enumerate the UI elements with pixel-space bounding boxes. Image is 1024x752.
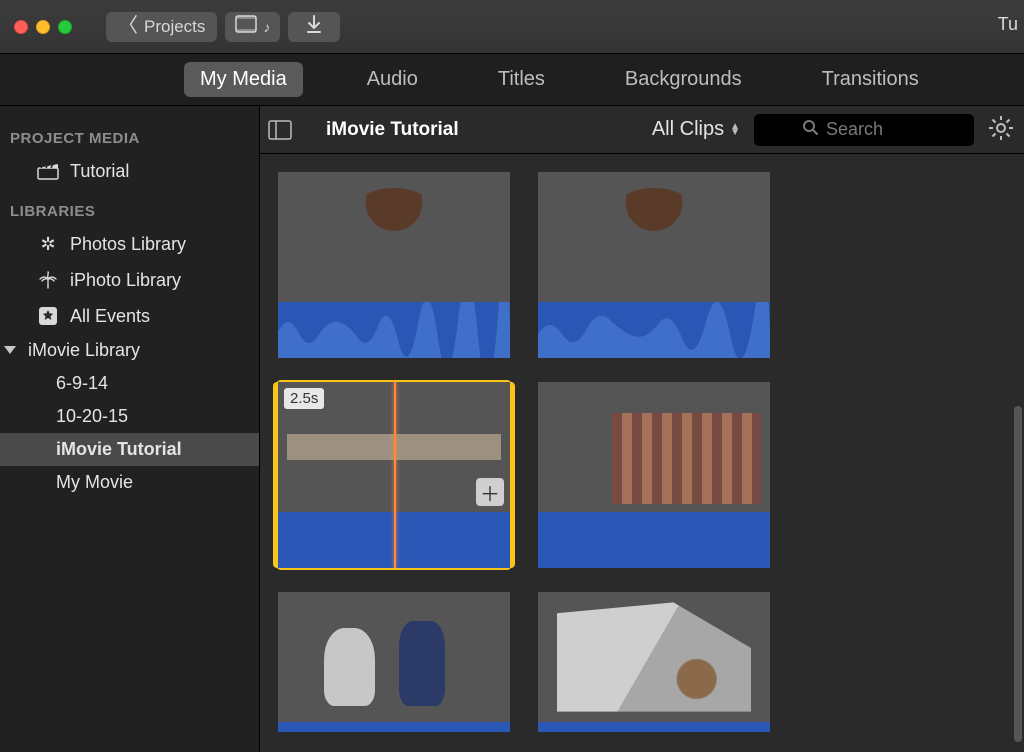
clip-audio-waveform — [538, 512, 770, 568]
clip-audio-waveform — [538, 302, 770, 358]
disclosure-triangle-icon[interactable] — [4, 346, 16, 354]
tab-titles[interactable]: Titles — [482, 62, 561, 97]
sidebar-item-label: 6-9-14 — [56, 373, 108, 394]
sidebar-event-2[interactable]: 10-20-15 — [0, 400, 259, 433]
updown-chevron-icon: ▲▼ — [730, 124, 740, 136]
clip-playhead[interactable] — [394, 382, 396, 568]
media-type-tabbar: My Media Audio Titles Backgrounds Transi… — [0, 54, 1024, 106]
sidebar-item-label: 10-20-15 — [56, 406, 128, 427]
browser-header: iMovie Tutorial All Clips ▲▼ Search — [260, 106, 1024, 154]
clip-thumbnail[interactable] — [278, 172, 510, 358]
sidebar-item-label: All Events — [70, 306, 150, 327]
clip-thumbnail[interactable] — [538, 172, 770, 358]
music-note-icon: ♪ — [263, 19, 270, 35]
search-placeholder: Search — [826, 119, 883, 140]
clip-video-thumb — [538, 382, 770, 512]
clip-thumbnail[interactable] — [538, 592, 770, 732]
clip-thumbnail-selected[interactable]: 2.5s ＋ — [278, 382, 510, 568]
sidebar-item-all-events[interactable]: All Events — [0, 298, 259, 334]
settings-gear-icon[interactable] — [988, 115, 1014, 145]
sidebar-item-label: Tutorial — [70, 161, 129, 182]
library-sidebar: PROJECT MEDIA Tutorial LIBRARIES ✲ Photo… — [0, 106, 260, 752]
sidebar-item-label: Photos Library — [70, 234, 186, 255]
sidebar-item-iphoto-library[interactable]: iPhoto Library — [0, 262, 259, 298]
clip-thumbnail[interactable] — [278, 592, 510, 732]
window-close-button[interactable] — [14, 20, 28, 34]
sidebar-item-tutorial[interactable]: Tutorial — [0, 153, 259, 189]
clip-thumbnail[interactable] — [538, 382, 770, 568]
sidebar-item-label: iMovie Library — [28, 340, 140, 361]
tab-audio[interactable]: Audio — [351, 62, 434, 97]
tab-transitions[interactable]: Transitions — [806, 62, 935, 97]
clip-audio-waveform — [278, 722, 510, 732]
browser-title: iMovie Tutorial — [326, 119, 459, 141]
window-minimize-button[interactable] — [36, 20, 50, 34]
sidebar-item-label: iPhoto Library — [70, 270, 181, 291]
sidebar-toggle-icon[interactable] — [268, 118, 292, 142]
clip-grid: 2.5s ＋ — [260, 154, 1024, 752]
sidebar-item-label: iMovie Tutorial — [56, 439, 182, 460]
tab-backgrounds[interactable]: Backgrounds — [609, 62, 758, 97]
titlebar: 〈 Projects ♪ Tu — [0, 0, 1024, 54]
add-to-timeline-button[interactable]: ＋ — [476, 478, 504, 506]
search-field[interactable]: Search — [754, 114, 974, 146]
clip-duration-badge: 2.5s — [284, 388, 324, 409]
sidebar-event-1[interactable]: 6-9-14 — [0, 367, 259, 400]
media-import-button[interactable]: ♪ — [225, 12, 280, 42]
download-button[interactable] — [288, 12, 340, 42]
project-media-header: PROJECT MEDIA — [0, 116, 259, 153]
clip-video-thumb — [278, 172, 510, 302]
clip-video-thumb — [538, 172, 770, 302]
star-box-icon — [36, 304, 60, 328]
clip-filter-label: All Clips — [652, 118, 724, 141]
clapper-icon — [36, 159, 60, 183]
palm-tree-icon — [36, 268, 60, 292]
sidebar-item-photos-library[interactable]: ✲ Photos Library — [0, 226, 259, 262]
clip-filter-dropdown[interactable]: All Clips ▲▼ — [652, 118, 740, 141]
vertical-scrollbar[interactable] — [1014, 406, 1022, 742]
sidebar-event-3[interactable]: iMovie Tutorial — [0, 433, 259, 466]
window-title-fragment: Tu — [998, 14, 1018, 35]
tab-my-media[interactable]: My Media — [184, 62, 303, 97]
download-arrow-icon — [306, 15, 322, 38]
media-browser: iMovie Tutorial All Clips ▲▼ Search — [260, 106, 1024, 752]
photos-flower-icon: ✲ — [36, 232, 60, 256]
libraries-header: LIBRARIES — [0, 189, 259, 226]
clip-video-thumb — [278, 592, 510, 722]
back-button-label: Projects — [144, 17, 205, 37]
sidebar-item-imovie-library[interactable]: iMovie Library — [0, 334, 259, 367]
clip-audio-waveform — [538, 722, 770, 732]
sidebar-event-4[interactable]: My Movie — [0, 466, 259, 499]
window-zoom-button[interactable] — [58, 20, 72, 34]
sidebar-item-label: My Movie — [56, 472, 133, 493]
search-icon — [802, 119, 818, 140]
filmstrip-icon — [235, 15, 257, 38]
back-to-projects-button[interactable]: 〈 Projects — [106, 12, 217, 42]
clip-video-thumb — [538, 592, 770, 722]
clip-audio-waveform — [278, 302, 510, 358]
